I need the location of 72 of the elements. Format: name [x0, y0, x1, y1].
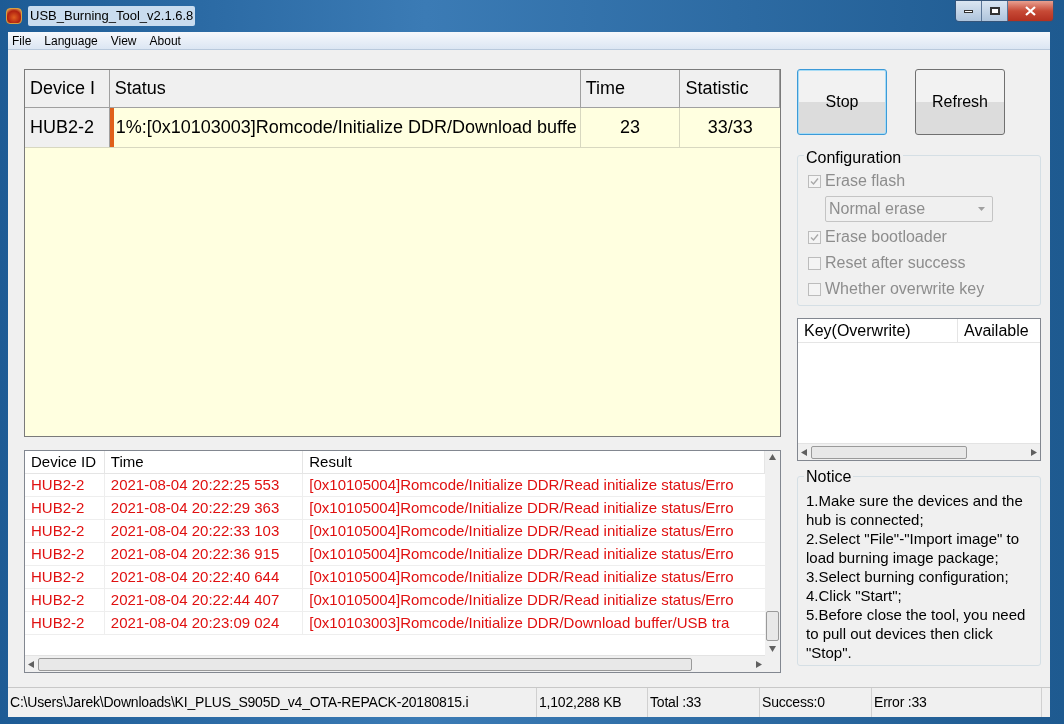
- column-header: Time: [104, 451, 304, 473]
- notice-text: 4.Click "Start";: [806, 586, 903, 605]
- menu-item[interactable]: File: [12, 31, 32, 50]
- scroll-thumb[interactable]: [38, 657, 692, 671]
- table-cell: HUB2-2: [25, 589, 105, 611]
- table-cell-text: [0x10103003]Romcode/Initialize DDR/Download buffer/USB tra: [308, 612, 731, 633]
- column-header: Statistic: [680, 70, 780, 107]
- column-header: Device ID: [25, 451, 105, 473]
- table-cell-text: [0x10105004]Romcode/Initialize DDR/Read initialize status/Erro: [308, 589, 735, 610]
- scroll-thumb[interactable]: [811, 445, 967, 459]
- table-cell-text: [0x10105004]Romcode/Initialize DDR/Read initialize status/Erro: [308, 520, 735, 541]
- close-button[interactable]: [1008, 1, 1053, 21]
- checkbox-label: Erase flash: [825, 171, 906, 191]
- status-text: C:\Users\Jarek\Downloads\KI_PLUS_S905D_v4_OTA-REPACK-20180815.i: [8, 688, 537, 717]
- column-header: Available: [963, 320, 1030, 341]
- notice-text: 5.Before close the tool, you need to pull out devices then click "Stop".: [806, 605, 1027, 662]
- window-title: USB_Burning_Tool_v2.1.6.8: [28, 6, 196, 26]
- app-icon: [6, 8, 22, 24]
- status-text: 1,102,288 KB: [537, 688, 648, 717]
- close-icon: [1025, 6, 1036, 16]
- table-cell: 2021-08-04 20:22:44 407: [104, 589, 304, 611]
- column-header: Key(Overwrite): [798, 319, 958, 342]
- stop-button[interactable]: Stop: [797, 69, 887, 135]
- checkbox-label: Whether overwrite key: [825, 279, 985, 299]
- column-header: Time: [580, 70, 681, 107]
- table-cell-text: [0x10105004]Romcode/Initialize DDR/Read initialize status/Erro: [308, 543, 735, 564]
- notice-text: 1.Make sure the devices and the hub is connected;: [806, 491, 1024, 529]
- table-cell: 2021-08-04 20:22:33 103: [104, 520, 304, 542]
- table-cell: HUB2-2: [25, 612, 105, 634]
- column-header: Status: [109, 70, 581, 107]
- scroll-left-icon[interactable]: [28, 660, 34, 668]
- vertical-scrollbar[interactable]: [765, 451, 780, 672]
- table-cell: HUB2-2: [25, 497, 105, 519]
- menu-item[interactable]: View: [110, 31, 137, 50]
- table-cell: 23: [580, 108, 681, 147]
- table-cell: 2021-08-04 20:22:25 553: [104, 474, 304, 496]
- table-cell: 2021-08-04 20:23:09 024: [104, 612, 304, 634]
- status-text: Success:0: [760, 688, 872, 717]
- maximize-button[interactable]: [982, 1, 1008, 21]
- horizontal-scrollbar[interactable]: [25, 655, 765, 672]
- table-cell-text: [0x10105004]Romcode/Initialize DDR/Read initialize status/Erro: [308, 566, 735, 587]
- table-cell: HUB2-2: [25, 474, 105, 496]
- table-cell: HUB2-2: [25, 520, 105, 542]
- table-cell: HUB2-2: [25, 566, 105, 588]
- checkbox-label: Reset after success: [825, 253, 966, 273]
- scroll-left-icon[interactable]: [801, 448, 807, 456]
- horizontal-scrollbar[interactable]: [798, 443, 1040, 460]
- notice-text: 2.Select "File"-"Import image" to load burning image package;: [806, 529, 1021, 567]
- checkbox-label: Erase bootloader: [825, 227, 947, 247]
- minimize-button[interactable]: [956, 1, 982, 21]
- table-cell: HUB2-2: [25, 108, 110, 147]
- notice-text: 3.Select burning configuration;: [806, 567, 1010, 586]
- table-cell: HUB2-2: [25, 543, 105, 565]
- scroll-down-icon[interactable]: [769, 646, 776, 652]
- scroll-thumb[interactable]: [766, 611, 779, 641]
- column-header: Device I: [25, 70, 110, 107]
- refresh-button[interactable]: Refresh: [915, 69, 1005, 135]
- table-cell-text: [0x10105004]Romcode/Initialize DDR/Read initialize status/Erro: [308, 497, 735, 518]
- scroll-right-icon[interactable]: [1031, 448, 1037, 456]
- dropdown-caret-icon: [978, 207, 985, 211]
- table-cell: 2021-08-04 20:22:40 644: [104, 566, 304, 588]
- scroll-up-icon[interactable]: [769, 454, 776, 460]
- table-cell: 2021-08-04 20:22:36 915: [104, 543, 304, 565]
- table-cell-text: [0x10105004]Romcode/Initialize DDR/Read initialize status/Erro: [308, 474, 735, 495]
- scroll-right-icon[interactable]: [756, 660, 762, 668]
- table-cell: 2021-08-04 20:22:29 363: [104, 497, 304, 519]
- status-text: Total :33: [648, 688, 760, 717]
- menu-item[interactable]: About: [149, 31, 181, 50]
- menu-item[interactable]: Language: [44, 31, 98, 50]
- table-cell-text: 33/33: [706, 116, 754, 139]
- table-cell-text: 1%:[0x10103003]Romcode/Initialize DDR/Download buffe: [114, 116, 577, 139]
- status-text: Error :33: [872, 688, 1042, 717]
